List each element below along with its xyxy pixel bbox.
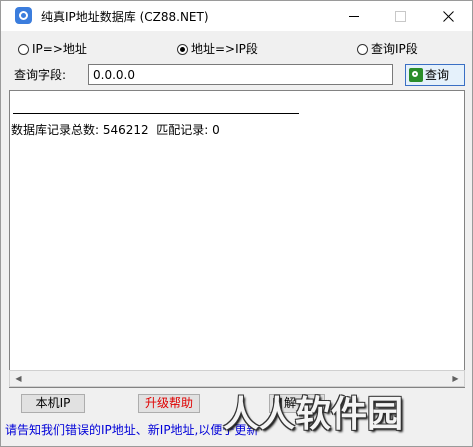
result-summary: 数据库记录总数: 546212 匹配记录: 0 [11, 123, 220, 137]
radio-label: 查询IP段 [371, 42, 418, 56]
watermark-logo: 人人软件园 [223, 394, 404, 435]
minimize-button[interactable] [331, 1, 377, 31]
scroll-right-icon[interactable]: ▶ [447, 371, 464, 386]
radio-label: 地址=>IP段 [191, 42, 258, 56]
app-search-icon [15, 7, 32, 24]
radio-address-to-ip-range[interactable]: 地址=>IP段 [177, 40, 258, 57]
radio-dot-icon [18, 44, 29, 55]
query-button[interactable]: 查询 [405, 64, 465, 86]
radio-label: IP=>地址 [32, 42, 87, 56]
radio-dot-checked-icon [177, 44, 188, 55]
close-button[interactable] [425, 1, 471, 31]
app-window: 纯真IP地址数据库 (CZ88.NET) IP=>地址 地址=>IP段 查询IP… [0, 0, 473, 447]
search-icon [409, 68, 423, 82]
result-output[interactable]: 数据库记录总数: 546212 匹配记录: 0 [9, 90, 465, 388]
title-bar[interactable]: 纯真IP地址数据库 (CZ88.NET) [1, 1, 472, 31]
maximize-button[interactable] [377, 1, 423, 31]
result-divider [13, 113, 299, 114]
query-field-label: 查询字段: [14, 68, 67, 82]
radio-query-ip-range[interactable]: 查询IP段 [357, 40, 418, 57]
radio-ip-to-address[interactable]: IP=>地址 [18, 40, 87, 57]
radio-dot-icon [357, 44, 368, 55]
query-button-label: 查询 [425, 68, 450, 82]
minimize-icon [349, 16, 359, 17]
scroll-left-icon[interactable]: ◀ [10, 371, 27, 386]
window-title: 纯真IP地址数据库 (CZ88.NET) [41, 10, 209, 24]
query-input[interactable] [88, 64, 393, 85]
upgrade-help-button[interactable]: 升级帮助 [138, 394, 200, 413]
maximize-icon [394, 11, 406, 22]
close-icon [442, 11, 454, 22]
local-ip-button[interactable]: 本机IP [21, 394, 85, 413]
